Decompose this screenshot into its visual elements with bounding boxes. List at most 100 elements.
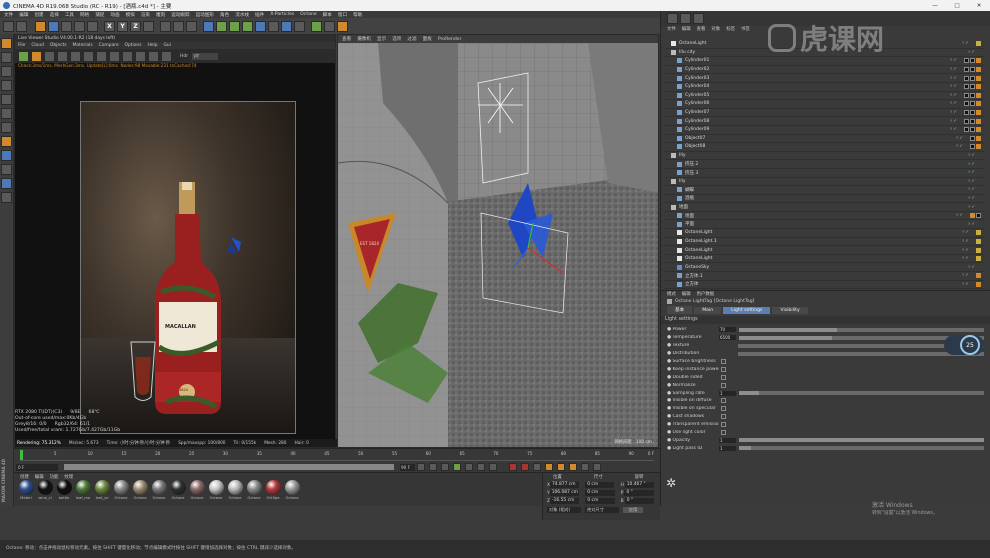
visibility-dots[interactable]: ⁞ ✓ [956,213,963,218]
object-row[interactable]: 地面 ⁞ ✓ [665,212,985,221]
attr-value-field[interactable]: 1 [719,390,736,396]
object-row[interactable]: Cylinder06 ⁞ ✓ [665,100,985,109]
object-row[interactable]: 立方体.1 ⁞ ✓ [665,272,985,281]
texture-mode-button[interactable] [1,66,12,77]
om-tab-0[interactable]: 文件 [667,26,676,32]
material-tag-icon[interactable] [976,75,981,81]
light-tag-icon[interactable] [976,41,981,47]
solo-button[interactable] [1,164,12,175]
lv-stop-button[interactable] [57,50,68,62]
attr-value-field[interactable]: 1 [719,445,736,451]
redo-button[interactable] [16,20,27,32]
visibility-dots[interactable]: ⁞ ✓ [962,282,969,287]
current-frame-field[interactable]: 0 F [16,463,58,471]
visibility-dots[interactable]: ⁞ ✓ [962,230,969,235]
object-tag-icon[interactable] [970,84,975,90]
material-swatch[interactable]: OctSpe [265,480,281,500]
object-row[interactable]: 蝴蝶 ⁞ ✓ [665,186,985,195]
object-tag-icon[interactable] [970,144,975,150]
mat-menu-1[interactable]: 编辑 [35,474,44,480]
lv-menu-cloud[interactable]: Cloud [31,43,44,48]
menu-item-14[interactable]: 流水线 [235,12,249,18]
object-row[interactable]: OctaneLight ⁞ ✓ [665,246,985,255]
snap-button[interactable] [1,150,12,161]
attr-checkbox[interactable] [721,382,726,388]
scale-tool-button[interactable] [61,20,72,32]
material-tag-icon[interactable] [976,92,981,98]
om-tab-4[interactable]: 标签 [726,26,735,32]
menu-item-10[interactable]: 雕刻 [156,12,165,18]
attr-checkbox[interactable] [721,406,726,412]
material-swatch[interactable]: Octane [246,480,262,500]
object-tag-icon[interactable] [964,67,969,73]
sculpt-button[interactable] [1,178,12,189]
lv-settings-button[interactable] [70,50,81,62]
material-swatch[interactable]: Octane [208,480,224,500]
play-button[interactable] [453,463,461,471]
first-frame-button[interactable] [417,463,425,471]
visibility-dots[interactable]: ⁞ ✓ [950,76,957,81]
visibility-dots[interactable]: ⁞ ✓ [962,41,969,46]
render-settings-button[interactable] [186,20,197,32]
menu-item-8[interactable]: 模拟 [126,12,135,18]
object-row[interactable]: OctaneSky ⁞ ✓ [665,263,985,273]
material-tag-icon[interactable] [976,135,981,141]
attr-slider[interactable] [739,327,984,332]
attr-menu-2[interactable]: 用户数据 [697,291,715,297]
menu-item-6[interactable]: 捕捉 [95,12,104,18]
attr-tab-2[interactable]: Light settings [723,306,771,314]
coord-size-field[interactable]: 0 cm [585,498,615,504]
coordinate-mode-dropdown[interactable]: 对象 (相对) [547,506,581,513]
object-row[interactable]: 酒瓶 ⁞ ✓ [665,195,985,204]
lv-render-mode-dropdown[interactable]: PT [192,52,219,60]
object-tag-icon[interactable] [964,75,969,81]
menu-item-12[interactable]: 运动图形 [196,12,214,18]
visibility-dots[interactable]: ⁞ ✓ [950,101,957,106]
menu-item-1[interactable]: 编辑 [19,12,28,18]
playhead[interactable] [20,450,23,460]
menu-item-4[interactable]: 工具 [65,12,74,18]
object-row[interactable]: 挤压 2 ⁞ ✓ [665,160,985,169]
lv-send-scene-button[interactable] [18,50,29,62]
attr-checkbox[interactable] [721,366,726,372]
attr-checkbox[interactable] [721,374,726,380]
menu-item-11[interactable]: 运动跟踪 [171,12,189,18]
coord-position-field[interactable]: -16.55 cm [550,498,580,504]
coord-rotation-field[interactable]: 0 ° [624,498,655,504]
visibility-dots[interactable]: ⁞ ✓ [950,84,957,89]
octane-tex-button[interactable] [337,20,348,32]
visibility-dots[interactable]: ⁞ ✓ [962,256,969,261]
object-tag-icon[interactable] [970,127,975,133]
visibility-dots[interactable]: ⁞ ✓ [950,127,957,132]
maximize-button[interactable]: □ [946,3,968,9]
visibility-dots[interactable]: ⁞ ✓ [956,136,963,141]
viewport-menu-1[interactable]: 摄像机 [357,36,371,42]
next-frame-button[interactable] [465,463,473,471]
coord-size-field[interactable]: 0 cm [585,482,615,488]
end-frame-field[interactable]: 90 F [400,463,415,471]
coord-position-field[interactable]: 74.877 cm [550,482,580,488]
material-swatch[interactable]: Octane [132,480,148,500]
light-tag-icon[interactable] [976,230,981,236]
coordinate-apply-button[interactable]: 应用 [623,506,643,513]
object-row[interactable]: OctaneLight ⁞ ✓ [665,255,985,264]
material-swatch[interactable]: Octane [170,480,186,500]
object-row[interactable]: 挤压 3 ⁞ ✓ [665,169,985,178]
object-row[interactable]: Cylinder03 ⁞ ✓ [665,74,985,83]
material-tag-icon[interactable] [976,118,981,124]
visibility-dots[interactable]: ⁞ ✓ [962,239,969,244]
object-row[interactable]: Cylinder02 ⁞ ✓ [665,66,985,75]
visibility-dots[interactable]: ⁞ ✓ [968,222,975,227]
light-tag-icon[interactable] [976,247,981,253]
om-layer-button[interactable] [667,13,678,24]
autokey-button[interactable] [521,463,529,471]
object-row[interactable]: Object08 ⁞ ✓ [665,143,985,152]
lv-pick-object-button[interactable] [135,50,146,62]
select-tool-button[interactable] [35,20,46,32]
prev-key-button[interactable] [429,463,437,471]
object-tag-icon[interactable] [970,58,975,64]
attr-value-field[interactable]: 6500 [719,335,736,341]
light-button[interactable] [294,20,305,32]
material-swatch[interactable]: Octane [284,480,300,500]
object-row[interactable]: Cylinder07 ⁞ ✓ [665,109,985,118]
